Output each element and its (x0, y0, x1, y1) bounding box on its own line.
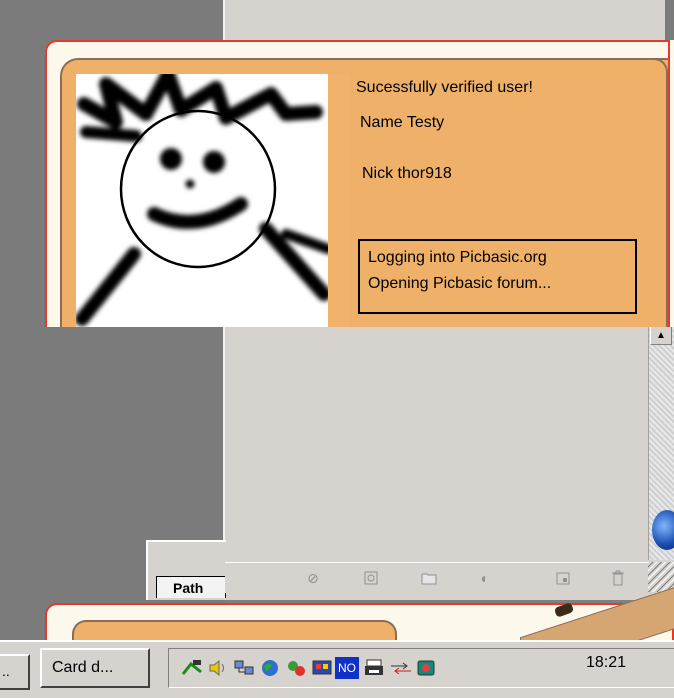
new-layer-icon[interactable] (555, 570, 571, 586)
user-name: Name Testy (360, 114, 445, 131)
tab-path[interactable]: Path (156, 576, 226, 598)
taskbar-clock: 18:21 (586, 654, 627, 671)
network-cable-icon[interactable] (181, 657, 203, 679)
printer-icon[interactable] (363, 657, 385, 679)
panel-toolbar: ⊘ ◐ (225, 562, 648, 593)
circle-icon[interactable] (363, 570, 379, 586)
status-line-forum: Opening Picbasic forum... (368, 275, 552, 292)
popup-frame-edge (668, 40, 674, 327)
status-line-login: Logging into Picbasic.org (368, 249, 547, 266)
window-edge (665, 0, 674, 40)
volume-icon[interactable] (207, 657, 229, 679)
card-icon[interactable] (415, 657, 437, 679)
eraser-icon[interactable]: ◐ (477, 570, 493, 586)
folder-icon[interactable] (421, 570, 437, 586)
status-box: Logging into Picbasic.org Opening Picbas… (358, 239, 637, 314)
taskbar-button-card[interactable]: Card d... (40, 648, 150, 688)
globe-icon[interactable] (259, 657, 281, 679)
no-icon[interactable]: NO (335, 657, 359, 679)
update-icon[interactable] (285, 657, 307, 679)
avatar-shadow (328, 74, 350, 327)
brush-icon[interactable]: ⊘ (305, 570, 321, 586)
scroll-up-button[interactable]: ▲ (650, 325, 672, 345)
display-icon[interactable] (311, 657, 333, 679)
avatar (76, 74, 328, 327)
sync-arrows-icon[interactable] (389, 657, 411, 679)
popup-card-edge (652, 58, 668, 327)
lan-icon[interactable] (233, 657, 255, 679)
trash-icon[interactable] (610, 570, 626, 586)
verified-message: Sucessfully verified user! (356, 79, 533, 96)
globe-icon (652, 510, 674, 550)
user-nick: Nick thor918 (362, 165, 452, 182)
taskbar-button-partial[interactable]: .. (0, 654, 30, 690)
taskbar: .. Card d... NO (0, 640, 674, 698)
